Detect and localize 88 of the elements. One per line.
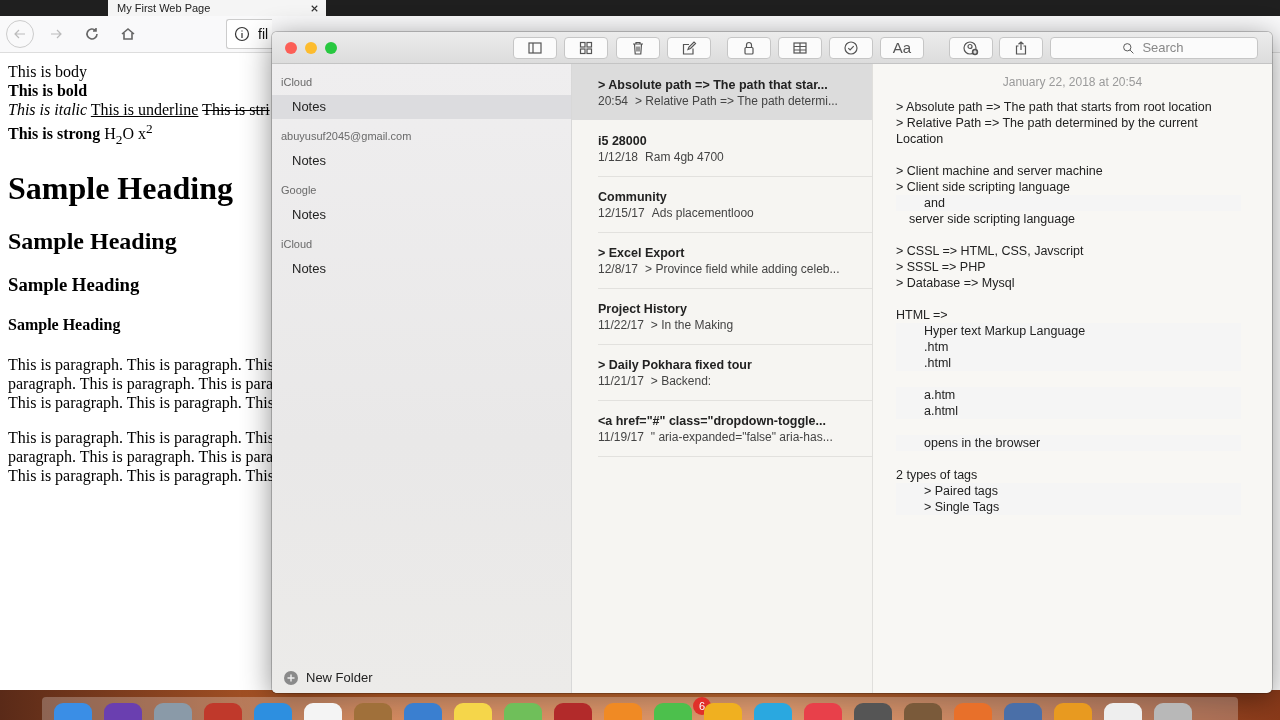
note-line: > Database => Mysql xyxy=(896,275,1016,291)
compose-icon xyxy=(681,39,697,56)
home-icon xyxy=(120,26,136,42)
note-date: 20:54 xyxy=(598,93,629,109)
zoom-button[interactable] xyxy=(325,41,337,54)
note-date: 1/12/18 xyxy=(598,149,639,165)
table-icon xyxy=(792,39,808,56)
new-folder-button[interactable]: New Folder xyxy=(284,670,571,685)
folder-item[interactable]: Notes xyxy=(272,203,571,227)
reload-icon xyxy=(84,26,100,42)
share-icon xyxy=(1013,39,1029,56)
heading: Sample Heading xyxy=(8,273,141,296)
folder-item[interactable]: Notes xyxy=(272,149,571,173)
folder-item[interactable]: Notes xyxy=(272,95,571,119)
lock-icon xyxy=(741,39,757,56)
heading: Sample Heading xyxy=(8,314,122,334)
page-text: This is body xyxy=(8,62,89,81)
note-timestamp: January 22, 2018 at 20:54 xyxy=(1002,75,1143,89)
note-line: server side scripting language xyxy=(908,211,1077,227)
note-line: > SSSL => PHP xyxy=(896,259,987,275)
page-text: This is stri xyxy=(202,101,270,118)
trash-icon xyxy=(630,39,646,56)
table-button[interactable] xyxy=(778,36,822,59)
note-row[interactable]: > Absolute path => The path that star... 20:54 > Relative Path => The path determi... xyxy=(572,64,872,120)
note-date: 12/8/17 xyxy=(598,261,639,277)
share-button[interactable] xyxy=(999,36,1043,59)
person-plus-icon xyxy=(963,39,979,56)
note-line: 2 types of tags xyxy=(896,467,979,483)
checkmark-circle-icon xyxy=(843,39,859,56)
heading: Sample Heading xyxy=(8,169,234,207)
note-preview: > In the Making xyxy=(650,317,734,333)
note-title: <a href="#" class="dropdown-toggle... xyxy=(598,414,826,428)
search-icon xyxy=(1122,41,1135,55)
note-preview: > Backend: xyxy=(650,373,712,389)
note-date: 12/15/17 xyxy=(598,205,645,221)
add-person-button[interactable] xyxy=(949,36,993,59)
note-title: Community xyxy=(598,190,667,204)
note-line: > CSSL => HTML, CSS, Javscript xyxy=(896,243,1085,259)
account-header: Google xyxy=(280,183,318,197)
note-title: i5 28000 xyxy=(598,134,647,148)
note-row[interactable]: Project History 11/22/17 > In the Making xyxy=(572,288,872,344)
lock-button[interactable] xyxy=(727,36,771,59)
note-preview: Ads placementlooo xyxy=(651,205,754,221)
note-row[interactable]: Community 12/15/17 Ads placementlooo xyxy=(572,176,872,232)
heading: Sample Heading xyxy=(8,226,178,255)
note-title: > Absolute path => The path that star... xyxy=(598,78,828,92)
compose-button[interactable] xyxy=(667,36,711,59)
note-line: > Client side scripting language xyxy=(896,179,1072,195)
page-text: This is italic xyxy=(8,101,88,118)
note-line: > Relative Path => The path determined by the current Location xyxy=(896,115,1199,147)
note-line: HTML => xyxy=(896,307,949,323)
note-date: 11/21/17 xyxy=(598,373,644,389)
sidebar-icon xyxy=(527,39,543,56)
delete-button[interactable] xyxy=(616,36,660,59)
note-row[interactable]: > Daily Pokhara fixed tour 11/21/17 > Backend: xyxy=(572,344,872,400)
note-line: > Client machine and server machine xyxy=(896,163,1104,179)
search-field[interactable]: Search xyxy=(1050,36,1258,59)
page-text: This is strong H$_{2}$O x$^{2}$ xyxy=(8,120,154,149)
address-field[interactable]: fil xyxy=(226,19,272,49)
format-button[interactable]: Aa xyxy=(880,36,924,59)
info-icon xyxy=(234,26,250,42)
note-date: 11/19/17 xyxy=(598,429,644,445)
note-row[interactable]: > Excel Export 12/8/17 > Province field while adding celeb... xyxy=(572,232,872,288)
browser-tab[interactable]: My First Web Page xyxy=(108,0,326,16)
sidebar-button[interactable] xyxy=(513,36,557,59)
account-header: abuyusuf2045@gmail.com xyxy=(280,129,413,143)
page-text: This is underline xyxy=(90,101,199,118)
note-preview: > Province field while adding celeb... xyxy=(645,261,840,277)
plus-circle-icon xyxy=(284,670,298,685)
minimize-button[interactable] xyxy=(305,41,317,54)
note-title: > Excel Export xyxy=(598,246,685,260)
note-date: 11/22/17 xyxy=(598,317,644,333)
account-header: iCloud xyxy=(280,75,314,89)
note-title: Project History xyxy=(598,302,687,316)
note-row[interactable]: <a href="#" class="dropdown-toggle... 11/19/17 " aria-expanded="false" aria-has... xyxy=(572,400,872,456)
page-text: This is bold xyxy=(8,81,89,100)
grid-icon xyxy=(578,39,594,56)
note-preview: Ram 4gb 4700 xyxy=(645,149,724,165)
note-preview: > Relative Path => The path determi... xyxy=(635,93,838,109)
note-preview: " aria-expanded="false" aria-has... xyxy=(650,429,833,445)
account-header: iCloud xyxy=(280,237,314,251)
note-row[interactable]: i5 28000 1/12/18 Ram 4gb 4700 xyxy=(572,120,872,176)
close-button[interactable] xyxy=(285,41,297,54)
note-title: > Daily Pokhara fixed tour xyxy=(598,358,752,372)
note-line: > Absolute path => The path that starts from root location xyxy=(896,99,1213,115)
grid-button[interactable] xyxy=(564,36,608,59)
checklist-button[interactable] xyxy=(829,36,873,59)
folder-item[interactable]: Notes xyxy=(272,257,571,281)
